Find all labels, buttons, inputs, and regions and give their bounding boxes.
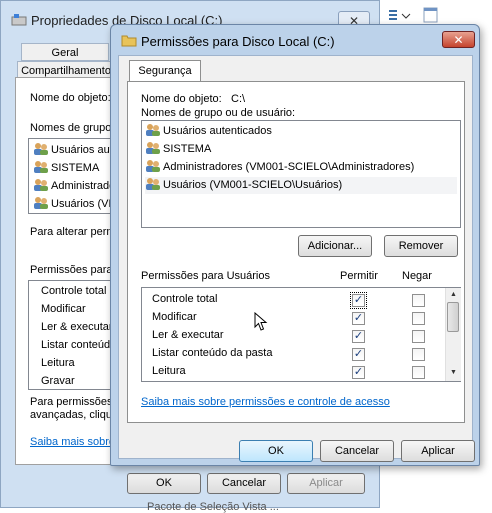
- list-item[interactable]: Usuários aut: [33, 142, 113, 156]
- perm-label: Controle total: [41, 285, 107, 297]
- permissions-table: Controle total ✓ Modificar ✓ Ler & execu…: [141, 287, 461, 382]
- scroll-down-icon[interactable]: ▼: [448, 367, 459, 379]
- dialog-body: Segurança Nome do objeto: C:\ Nomes de g…: [118, 55, 475, 462]
- folder-icon: [121, 35, 137, 47]
- window-icon[interactable]: [422, 6, 440, 24]
- perm-label: Modificar: [41, 303, 86, 315]
- perm-label: Listar conteúdo da pasta: [152, 347, 273, 359]
- cut-off-text: Pacote de Seleção Vista ...: [147, 501, 279, 513]
- security-panel: Nome do objeto: C:\ Nomes de grupo ou de…: [127, 81, 465, 423]
- allow-header: Permitir: [340, 270, 378, 282]
- add-button[interactable]: Adicionar...: [298, 235, 372, 257]
- table-row: Listar conteúdo da pasta ✓: [142, 345, 444, 363]
- permissions-scrollbar[interactable]: ▲ ▼: [445, 288, 461, 381]
- list-item[interactable]: Administradores (VM001-SCIELO\Administra…: [145, 159, 457, 176]
- list-item-label: Usuários aut: [51, 144, 113, 156]
- perms-label: Permissões para Usuários: [141, 270, 270, 282]
- users-icon: [145, 123, 161, 137]
- scroll-up-icon[interactable]: ▲: [448, 289, 459, 301]
- perm-label: Leitura: [152, 365, 186, 377]
- list-item-label: SISTEMA: [163, 143, 212, 155]
- deny-checkbox[interactable]: [412, 294, 425, 307]
- deny-checkbox[interactable]: [412, 330, 425, 343]
- list-item-label: Usuários (VM001-SCIELO\Usuários): [163, 179, 343, 191]
- list-item[interactable]: Usuários autenticados: [145, 123, 457, 140]
- cancel-button[interactable]: Cancelar: [207, 473, 281, 494]
- perm-label: Controle total: [152, 293, 218, 305]
- users-icon: [145, 177, 161, 191]
- table-row: Ler & executar ✓: [142, 327, 444, 345]
- users-list-bg: Usuários aut SISTEMA Administrado Usuári…: [28, 138, 118, 214]
- object-name-value: C:\: [231, 93, 246, 105]
- table-row: Modificar ✓: [142, 309, 444, 327]
- permissions-dialog: Permissões para Disco Local (C:) ✕ Segur…: [110, 24, 480, 466]
- tab-seguranca[interactable]: Segurança: [129, 60, 201, 82]
- table-row: Controle total ✓: [142, 291, 444, 309]
- scroll-thumb[interactable]: [447, 302, 459, 332]
- perm-label: Ler & executar: [41, 321, 113, 333]
- remove-button[interactable]: Remover: [384, 235, 458, 257]
- users-icon: [33, 142, 49, 156]
- change-perms-text: Para alterar permi: [30, 226, 119, 238]
- users-list: Usuários autenticados SISTEMA Administra…: [141, 120, 461, 228]
- perm-label: Gravar: [41, 375, 75, 387]
- apply-button[interactable]: Aplicar: [401, 440, 475, 462]
- mouse-cursor-icon: [254, 312, 268, 331]
- table-row: Leitura ✓: [142, 363, 444, 381]
- allow-checkbox[interactable]: ✓: [352, 312, 365, 325]
- object-name-label: Nome do objeto:: [141, 93, 222, 105]
- list-item[interactable]: Administrado: [33, 178, 115, 192]
- users-icon: [33, 196, 49, 210]
- users-icon: [145, 141, 161, 155]
- allow-checkbox[interactable]: ✓: [350, 292, 367, 309]
- list-item-label: Usuários autenticados: [163, 125, 272, 137]
- list-item-label: Administrado: [51, 180, 116, 192]
- ok-button[interactable]: OK: [239, 440, 313, 462]
- groups-label: Nomes de grupo o: [30, 122, 121, 134]
- apply-button[interactable]: Aplicar: [287, 473, 365, 494]
- allow-checkbox[interactable]: ✓: [352, 366, 365, 379]
- deny-checkbox[interactable]: [412, 348, 425, 361]
- users-icon: [33, 178, 49, 192]
- learn-more-link[interactable]: Saiba mais sobre permissões e controle d…: [141, 396, 390, 408]
- allow-checkbox[interactable]: ✓: [352, 330, 365, 343]
- list-item[interactable]: SISTEMA: [145, 141, 457, 158]
- users-icon: [33, 160, 49, 174]
- groups-label: Nomes de grupo ou de usuário:: [141, 107, 296, 119]
- list-item[interactable]: Usuários (VM001-SCIELO\Usuários): [145, 177, 457, 194]
- ok-button[interactable]: OK: [127, 473, 201, 494]
- users-icon: [145, 159, 161, 173]
- perm-label: Leitura: [41, 357, 75, 369]
- tab-geral[interactable]: Geral: [21, 43, 109, 61]
- list-item-label: SISTEMA: [51, 162, 100, 174]
- permissions-title: Permissões para Disco Local (C:): [141, 34, 335, 49]
- deny-header: Negar: [402, 270, 432, 282]
- deny-checkbox[interactable]: [412, 366, 425, 379]
- perms-label: Permissões para: [30, 264, 113, 276]
- perm-label: Modificar: [152, 311, 197, 323]
- object-name-label: Nome do objeto:: [30, 92, 111, 104]
- perm-label: Listar conteúd: [41, 339, 111, 351]
- list-item-label: Usuários (VM: [51, 198, 118, 210]
- perms-list-bg: Controle total Modificar Ler & executar …: [28, 280, 118, 390]
- list-item-label: Administradores (VM001-SCIELO\Administra…: [163, 161, 415, 173]
- close-button[interactable]: ✕: [442, 31, 475, 48]
- list-item[interactable]: SISTEMA: [33, 160, 99, 174]
- view-options-icon[interactable]: [388, 8, 418, 24]
- cancel-button[interactable]: Cancelar: [320, 440, 394, 462]
- allow-checkbox[interactable]: ✓: [352, 348, 365, 361]
- advanced-text: avançadas, cliqu: [30, 409, 112, 421]
- drive-icon: [11, 14, 27, 26]
- list-item[interactable]: Usuários (VM: [33, 196, 118, 210]
- advanced-text: Para permissões e: [30, 396, 122, 408]
- deny-checkbox[interactable]: [412, 312, 425, 325]
- perm-label: Ler & executar: [152, 329, 224, 341]
- learn-more-link[interactable]: Saiba mais sobre: [30, 436, 115, 448]
